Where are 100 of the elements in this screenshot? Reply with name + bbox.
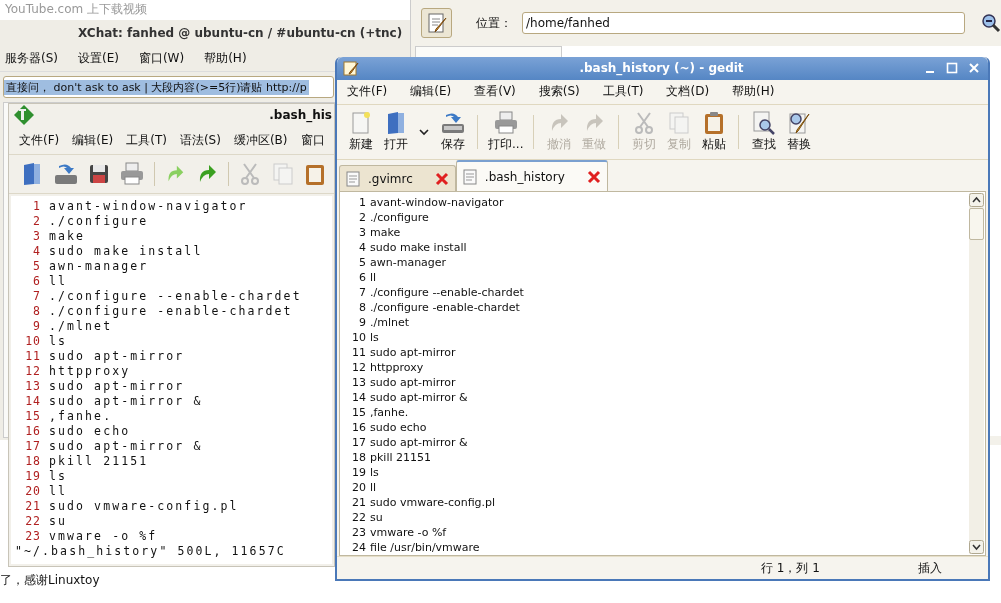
code-line: ls bbox=[49, 469, 68, 484]
code-line: awn-manager bbox=[49, 259, 149, 274]
line-number: 3 bbox=[358, 225, 367, 241]
menu-item[interactable]: 搜索(S) bbox=[538, 83, 580, 101]
save-icon[interactable] bbox=[53, 162, 79, 186]
code-line: ./mlnet bbox=[370, 315, 410, 331]
line-number: 16 bbox=[24, 424, 41, 439]
line-number: 7 bbox=[358, 285, 367, 301]
line-number: 15 bbox=[351, 405, 367, 421]
close-icon[interactable] bbox=[586, 169, 601, 184]
menu-item[interactable]: 服务器(S) bbox=[5, 49, 58, 67]
menu-item[interactable]: 文件(F) bbox=[19, 131, 60, 149]
line-number: 23 bbox=[351, 525, 367, 541]
document-tab[interactable]: .bash_history bbox=[455, 160, 608, 192]
toolbar-button[interactable]: 新建 bbox=[344, 111, 377, 154]
menu-item[interactable]: 编辑(E) bbox=[72, 131, 114, 149]
code-line: avant-window-navigator bbox=[49, 199, 248, 214]
code-line: pkill 21151 bbox=[370, 450, 431, 466]
line-number: 21 bbox=[351, 495, 367, 511]
code-line: sudo make install bbox=[370, 240, 467, 256]
line-number: 19 bbox=[351, 465, 367, 481]
line-number: 9 bbox=[358, 315, 367, 331]
menu-item[interactable]: 设置(E) bbox=[78, 49, 119, 67]
menu-item[interactable]: 窗口(W) bbox=[138, 49, 185, 67]
document-tab[interactable]: .gvimrc bbox=[339, 165, 456, 192]
close-icon[interactable] bbox=[434, 171, 449, 186]
line-number: 22 bbox=[24, 514, 41, 529]
code-line: sudo apt-mirror & bbox=[370, 435, 468, 451]
line-number: 7 bbox=[32, 289, 41, 304]
window-title: XChat: fanhed @ ubuntu-cn / #ubuntu-cn (+tnc) bbox=[78, 25, 403, 40]
code-line: ll bbox=[370, 480, 377, 496]
code-line: sudo echo bbox=[49, 424, 131, 439]
menu-item[interactable]: 编辑(E) bbox=[410, 83, 452, 101]
line-number: 16 bbox=[351, 420, 367, 436]
clipboard-icon[interactable] bbox=[304, 162, 326, 186]
menu-item[interactable]: 查看(V) bbox=[474, 83, 516, 101]
line-number: 5 bbox=[358, 255, 367, 271]
code-line: ls bbox=[49, 334, 68, 349]
line-number: 2 bbox=[358, 210, 367, 226]
menu-item[interactable]: 窗口 bbox=[300, 131, 325, 149]
location-field[interactable]: /home/fanhed bbox=[522, 12, 965, 34]
menu-item[interactable]: 文件(F) bbox=[347, 83, 388, 101]
line-number: 12 bbox=[351, 360, 367, 376]
toolbar-button[interactable]: 替换 bbox=[782, 111, 816, 154]
cursor-position: 行 1，列 1 bbox=[761, 559, 820, 577]
printer-icon[interactable] bbox=[119, 162, 145, 186]
page-heading: YouTube.com 上下载视频 bbox=[5, 1, 148, 18]
menu-item[interactable]: 帮助(H) bbox=[732, 83, 775, 101]
line-number: 12 bbox=[24, 364, 41, 379]
code-line: ll bbox=[49, 274, 68, 289]
menu-item[interactable]: 工具(T) bbox=[602, 83, 644, 101]
code-line: ./configure -enable-chardet bbox=[49, 304, 293, 319]
line-number: 9 bbox=[32, 319, 41, 334]
edit-location-button[interactable] bbox=[421, 8, 452, 38]
line-number: 1 bbox=[32, 199, 41, 214]
line-number: 22 bbox=[351, 510, 367, 526]
line-number: 8 bbox=[32, 304, 41, 319]
toolbar-button[interactable]: 粘贴 bbox=[697, 111, 731, 154]
line-number: 3 bbox=[32, 229, 41, 244]
code-line: ./mlnet bbox=[49, 319, 113, 334]
code-line: sudo vmware-config.pl bbox=[49, 499, 239, 514]
menu-item[interactable]: 缓冲区(B) bbox=[233, 131, 288, 149]
menu-item[interactable]: 帮助(H) bbox=[204, 49, 247, 67]
toolbar-button[interactable]: 查找 bbox=[747, 111, 781, 154]
line-number: 8 bbox=[358, 300, 367, 316]
line-number: 14 bbox=[24, 394, 41, 409]
code-line: ./configure --enable-chardet bbox=[49, 289, 302, 304]
code-line: httpproxy bbox=[49, 364, 131, 379]
notepad-icon bbox=[343, 60, 359, 77]
code-line: sudo echo bbox=[370, 420, 427, 436]
toolbar-button[interactable]: 保存 bbox=[436, 111, 469, 154]
scroll-thumb[interactable] bbox=[969, 208, 984, 241]
line-number: 11 bbox=[24, 349, 41, 364]
scrollbar[interactable] bbox=[969, 193, 984, 555]
zoom-out-icon[interactable] bbox=[981, 13, 1001, 33]
code-line: sudo apt-mirror bbox=[49, 379, 185, 394]
scroll-down-icon[interactable] bbox=[969, 540, 984, 555]
line-number: 13 bbox=[351, 375, 367, 391]
menu-item[interactable]: 工具(T) bbox=[126, 131, 167, 149]
line-number: 6 bbox=[358, 270, 367, 286]
toolbar-button[interactable]: 打印... bbox=[486, 111, 526, 154]
menu-item[interactable]: 语法(S) bbox=[179, 131, 221, 149]
line-number: 24 bbox=[351, 540, 367, 556]
code-line: sudo make install bbox=[49, 244, 203, 259]
code-line: su bbox=[370, 510, 383, 526]
line-number: 13 bbox=[24, 379, 41, 394]
toolbar-button[interactable]: 打开 bbox=[379, 111, 412, 154]
page-text: 了，感谢Linuxtoy bbox=[0, 572, 100, 589]
caret-icon[interactable] bbox=[419, 128, 429, 137]
line-number: 17 bbox=[24, 439, 41, 454]
code-line: vmware -o %f bbox=[370, 525, 447, 541]
scroll-up-icon[interactable] bbox=[969, 193, 984, 208]
topic-field[interactable]: 直接问， don't ask to ask | 大段内容(>=5行)请贴 http://p bbox=[3, 76, 334, 98]
maximize-icon[interactable] bbox=[946, 62, 958, 75]
line-number: 10 bbox=[24, 334, 41, 349]
line-number: 18 bbox=[351, 450, 367, 466]
line-number: 15 bbox=[24, 409, 41, 424]
line-number: 20 bbox=[24, 484, 41, 499]
code-line: su bbox=[49, 514, 68, 529]
menu-item[interactable]: 文档(D) bbox=[666, 83, 710, 101]
